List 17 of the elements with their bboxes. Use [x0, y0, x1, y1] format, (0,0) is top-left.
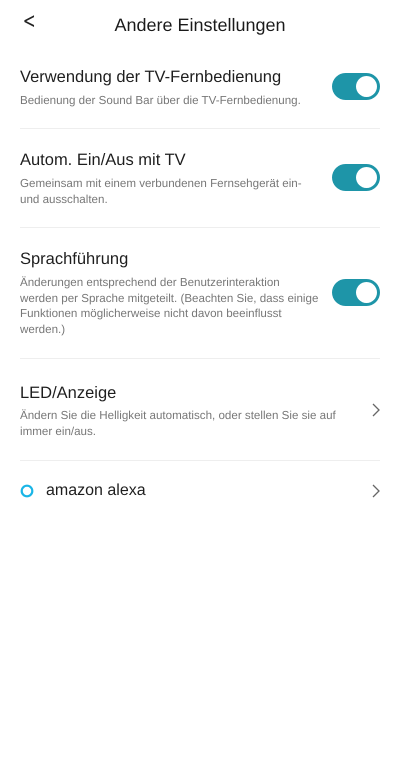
setting-title: Verwendung der TV-Fernbedienung [20, 67, 282, 88]
setting-description: Gemeinsam mit einem verbundenen Fernsehgerät ein- und ausschalten. [20, 176, 303, 208]
setting-title: Sprachführung [20, 249, 130, 270]
ring-icon [20, 484, 34, 498]
setting-title: LED/Anzeige [20, 382, 118, 404]
toggle-switch[interactable] [332, 164, 380, 192]
page-title: Andere Einstellungen [114, 14, 286, 37]
setting-title: Autom. Ein/Aus mit TV [20, 150, 187, 172]
setting-description: Änderungen entsprechend der Benutzerinteraktion werden per Sprache mitgeteilt. (Beachten Sie, dass einige Funktionen möglicherweise nicht davon beeinflusst werden.) [20, 275, 320, 338]
toggle-switch[interactable] [332, 73, 380, 100]
chevron-icon [372, 403, 380, 418]
chevron-icon [372, 484, 380, 498]
setting-title: amazon alexa [46, 480, 147, 501]
setting-description: Ändern Sie die Helligkeit automatisch, oder stellen Sie sie auf immer ein/aus. [20, 408, 337, 440]
toggle-switch[interactable] [332, 279, 380, 306]
setting-description: Bedienung der Sound Bar über die TV-Fernbedienung. [20, 92, 302, 108]
back-button[interactable]: < [18, 9, 40, 35]
